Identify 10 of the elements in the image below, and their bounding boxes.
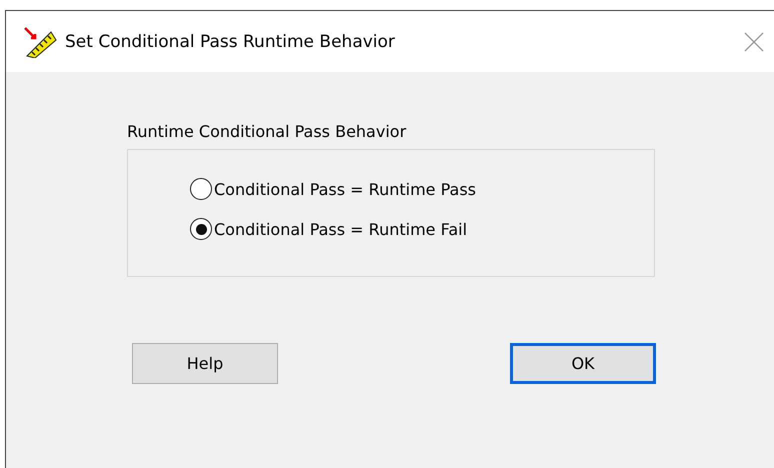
radio-label[interactable]: Conditional Pass = Runtime Fail [214, 220, 468, 238]
group-label: Runtime Conditional Pass Behavior [127, 122, 408, 141]
radio-button[interactable] [190, 178, 212, 200]
ok-button[interactable]: OK [510, 343, 656, 384]
window-title: Set Conditional Pass Runtime Behavior [65, 32, 396, 52]
radio-label[interactable]: Conditional Pass = Runtime Pass [214, 180, 476, 198]
radio-button[interactable] [190, 218, 212, 240]
close-icon[interactable] [744, 32, 764, 52]
help-button[interactable]: Help [132, 343, 278, 384]
ruler-icon [23, 26, 57, 58]
